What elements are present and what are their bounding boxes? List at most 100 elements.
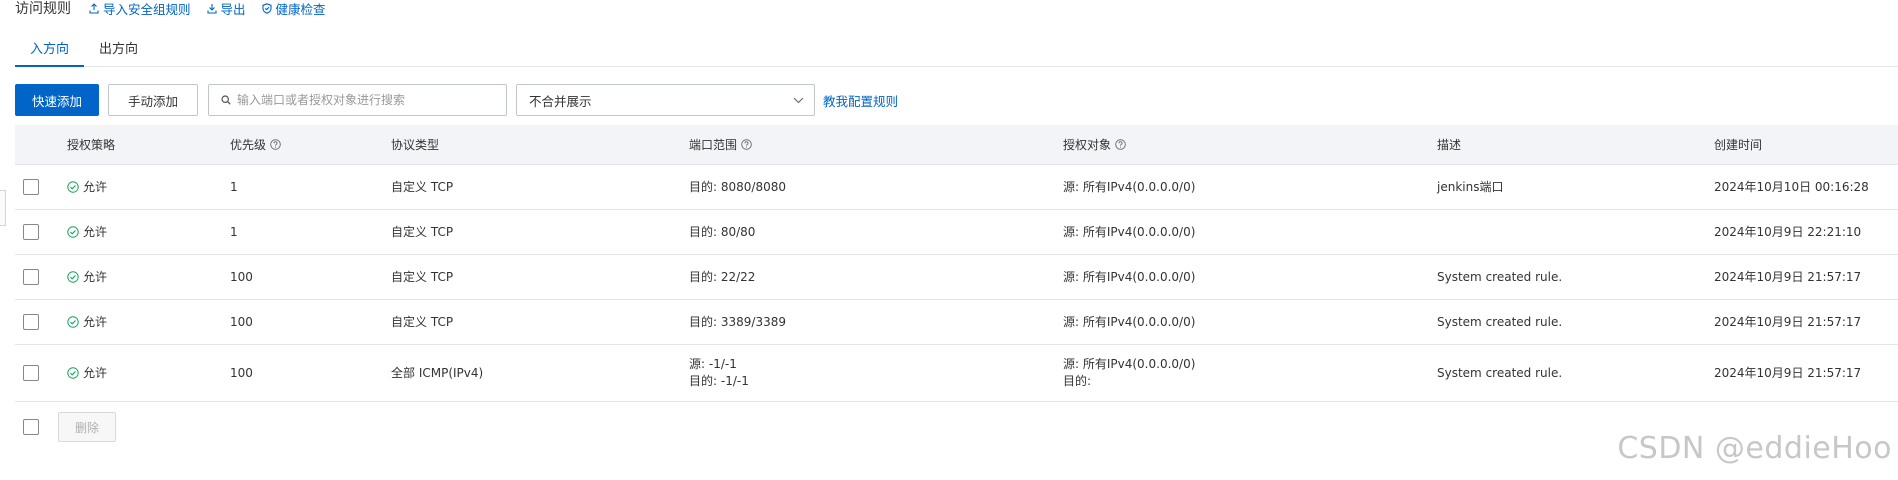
policy-label: 允许: [83, 365, 108, 380]
description-cell: System created rule.: [1437, 365, 1563, 380]
port-range-line: 目的: -1/-1: [689, 374, 749, 388]
upload-icon: [89, 2, 99, 14]
port-range-cell: 目的: 22/22: [689, 269, 1063, 286]
policy-label: 允许: [83, 224, 108, 239]
table-row: 允许 100 自定义 TCP 目的: 3389/3389 源: 所有IPv4(0…: [15, 300, 1898, 345]
column-header-protocol: 协议类型: [391, 136, 689, 153]
row-checkbox[interactable]: [23, 365, 39, 381]
quick-add-button[interactable]: 快速添加: [15, 84, 100, 116]
check-circle-icon: [67, 316, 79, 328]
protocol-cell: 自定义 TCP: [391, 314, 454, 329]
column-header-priority-label: 优先级: [230, 138, 267, 152]
tab-inbound[interactable]: 入方向: [15, 36, 85, 67]
row-select-cell: [15, 269, 67, 285]
search-icon: [221, 95, 231, 105]
table-row: 允许 100 自定义 TCP 目的: 22/22 源: 所有IPv4(0.0.0…: [15, 255, 1898, 300]
policy-cell: 允许: [67, 365, 230, 382]
policy-label: 允许: [83, 179, 108, 194]
port-range-cell: 源: -1/-1 目的: -1/-1: [689, 356, 1063, 390]
help-circle-icon[interactable]: [270, 139, 281, 150]
policy-cell: 允许: [67, 314, 230, 331]
import-security-group-rules-link[interactable]: 导入安全组规则: [89, 0, 191, 18]
column-header-policy-label: 授权策略: [67, 138, 116, 152]
health-check-link-label: 健康检查: [275, 1, 326, 17]
auth-object-cell: 源: 所有IPv4(0.0.0.0/0): [1063, 269, 1437, 286]
auth-object-cell: 源: 所有IPv4(0.0.0.0/0): [1063, 224, 1437, 241]
created-time-cell: 2024年10月9日 21:57:17: [1714, 269, 1862, 284]
port-range-line: 目的: 22/22: [689, 269, 756, 284]
policy-cell: 允许: [67, 179, 230, 196]
column-header-policy: 授权策略: [67, 136, 230, 153]
auth-object-cell: 源: 所有IPv4(0.0.0.0/0): [1063, 314, 1437, 331]
merge-display-select-value: 不合并展示: [529, 93, 592, 109]
priority-cell: 100: [230, 314, 253, 329]
delete-button[interactable]: 删除: [58, 412, 116, 442]
created-time-cell: 2024年10月9日 21:57:17: [1714, 365, 1862, 380]
column-header-port-range: 端口范围: [689, 136, 1063, 153]
toolbar: 快速添加 手动添加 不合并展示 教我配置规则: [15, 84, 898, 116]
column-header-protocol-label: 协议类型: [391, 138, 440, 152]
auth-object-cell: 源: 所有IPv4(0.0.0.0/0): [1063, 179, 1437, 196]
teach-config-rules-link[interactable]: 教我配置规则: [823, 91, 898, 110]
port-range-line: 目的: 3389/3389: [689, 314, 786, 329]
search-box[interactable]: [208, 84, 508, 116]
row-select-cell: [15, 365, 67, 381]
priority-cell: 100: [230, 269, 253, 284]
row-checkbox[interactable]: [23, 224, 39, 240]
priority-cell: 100: [230, 365, 253, 380]
port-range-cell: 目的: 80/80: [689, 224, 1063, 241]
auth-object-cell: 源: 所有IPv4(0.0.0.0/0) 目的:: [1063, 356, 1437, 390]
auth-object-line: 源: 所有IPv4(0.0.0.0/0): [1063, 357, 1196, 371]
export-link[interactable]: 导出: [206, 0, 246, 18]
row-checkbox[interactable]: [23, 269, 39, 285]
check-circle-icon: [67, 367, 79, 379]
sidebar-collapse-handle[interactable]: [0, 190, 6, 226]
manual-add-button[interactable]: 手动添加: [108, 84, 199, 116]
created-time-cell: 2024年10月9日 22:21:10: [1714, 224, 1862, 239]
select-all-checkbox[interactable]: [23, 419, 39, 435]
port-range-cell: 目的: 3389/3389: [689, 314, 1063, 331]
table-row: 允许 1 自定义 TCP 目的: 8080/8080 源: 所有IPv4(0.0…: [15, 165, 1898, 210]
health-check-link[interactable]: 健康检查: [261, 0, 326, 18]
help-circle-icon[interactable]: [1115, 139, 1126, 150]
column-header-description: 描述: [1437, 136, 1714, 153]
chevron-down-icon: [793, 97, 804, 103]
policy-cell: 允许: [67, 224, 230, 241]
table-row: 允许 100 全部 ICMP(IPv4) 源: -1/-1 目的: -1/-1 …: [15, 345, 1898, 402]
auth-object-line: 源: 所有IPv4(0.0.0.0/0): [1063, 224, 1196, 239]
protocol-cell: 全部 ICMP(IPv4): [391, 365, 484, 380]
policy-label: 允许: [83, 314, 108, 329]
created-time-cell: 2024年10月9日 21:57:17: [1714, 314, 1862, 329]
page-header: 访问规则 导入安全组规则 导出 健康检查: [15, 0, 342, 18]
row-checkbox[interactable]: [23, 314, 39, 330]
protocol-cell: 自定义 TCP: [391, 179, 454, 194]
batch-actions: 删除: [15, 412, 116, 442]
row-select-cell: [15, 314, 67, 330]
description-cell: System created rule.: [1437, 269, 1563, 284]
column-header-created-time-label: 创建时间: [1714, 138, 1763, 152]
policy-label: 允许: [83, 269, 108, 284]
auth-object-line: 目的:: [1063, 374, 1092, 388]
column-header-auth-object: 授权对象: [1063, 136, 1437, 153]
check-circle-icon: [67, 226, 79, 238]
search-input[interactable]: [237, 93, 498, 107]
merge-display-select[interactable]: 不合并展示: [516, 84, 816, 116]
auth-object-line: 源: 所有IPv4(0.0.0.0/0): [1063, 314, 1196, 329]
shield-check-icon: [261, 2, 272, 14]
column-header-auth-object-label: 授权对象: [1063, 138, 1112, 152]
column-header-created-time: 创建时间: [1714, 136, 1884, 153]
table-row: 允许 1 自定义 TCP 目的: 80/80 源: 所有IPv4(0.0.0.0…: [15, 210, 1898, 255]
description-cell: System created rule.: [1437, 314, 1563, 329]
help-circle-icon[interactable]: [741, 139, 752, 150]
port-range-cell: 目的: 8080/8080: [689, 179, 1063, 196]
row-select-cell: [15, 224, 67, 240]
check-circle-icon: [67, 271, 79, 283]
tab-outbound[interactable]: 出方向: [84, 36, 153, 67]
auth-object-line: 源: 所有IPv4(0.0.0.0/0): [1063, 269, 1196, 284]
port-range-line: 源: -1/-1: [689, 357, 737, 371]
auth-object-line: 源: 所有IPv4(0.0.0.0/0): [1063, 179, 1196, 194]
priority-cell: 1: [230, 224, 238, 239]
table-header: 授权策略 优先级 协议类型 端口范围 授权对象 描述 创建时间: [15, 125, 1898, 165]
row-checkbox[interactable]: [23, 179, 39, 195]
direction-tabs: 入方向 出方向: [15, 36, 1898, 67]
